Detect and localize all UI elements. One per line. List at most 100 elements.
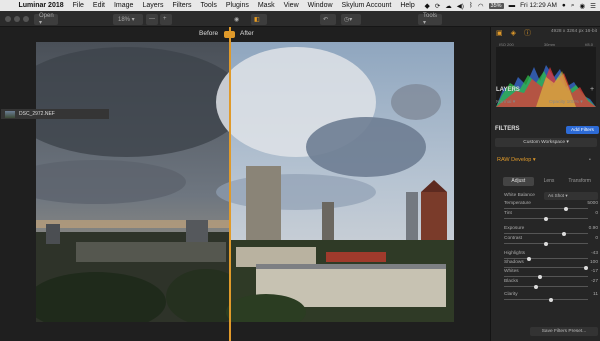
zoom-in-button[interactable]: + bbox=[160, 13, 172, 25]
notification-center-icon[interactable]: ☰ bbox=[590, 2, 596, 10]
flag-icon[interactable]: ▬ bbox=[509, 2, 516, 9]
slider-track[interactable] bbox=[504, 299, 588, 300]
slider-blacks[interactable]: Blacks -27 bbox=[504, 279, 598, 289]
tab-lens[interactable]: Lens bbox=[534, 177, 565, 186]
slider-label: Shadows bbox=[504, 260, 524, 265]
zoom-select[interactable]: 18% ▾ bbox=[113, 13, 143, 25]
volume-icon[interactable]: ◀) bbox=[457, 2, 464, 10]
menu-edit[interactable]: Edit bbox=[88, 2, 109, 9]
layer-name: DSC_2972.NEF bbox=[19, 111, 55, 117]
slider-temperature[interactable]: Temperature 5000 bbox=[504, 201, 598, 211]
user-icon[interactable]: ● bbox=[562, 2, 566, 9]
battery-indicator[interactable]: 35% bbox=[488, 2, 504, 9]
slider-exposure[interactable]: Exposure 0.90 bbox=[504, 226, 598, 236]
menu-file[interactable]: File bbox=[68, 2, 88, 9]
menu-mask[interactable]: Mask bbox=[253, 2, 279, 9]
slider-value: 0 bbox=[595, 236, 598, 241]
tab-adjust[interactable]: Adjust bbox=[503, 177, 534, 186]
zoom-out-button[interactable]: — bbox=[146, 13, 158, 25]
menu-filters[interactable]: Filters bbox=[168, 2, 196, 9]
add-filters-button[interactable]: Add Filters bbox=[566, 126, 599, 134]
info-tab-icon[interactable]: ⓘ bbox=[524, 28, 531, 38]
opacity-select[interactable]: Opacity 100% ▾ bbox=[549, 100, 583, 105]
slider-track[interactable] bbox=[504, 267, 588, 268]
clock[interactable]: Fri 12:29 AM bbox=[520, 2, 557, 9]
window-zoom-button[interactable] bbox=[23, 16, 29, 22]
app-toolbar: Open ▾ 18% ▾ — + ◉ ◧ ↶ ◷▾ Tools ▾ bbox=[0, 11, 600, 27]
layer-item[interactable]: DSC_2972.NEF bbox=[1, 109, 109, 119]
tab-transform[interactable]: Transform bbox=[564, 177, 595, 186]
cityscape-photo bbox=[36, 42, 454, 322]
slider-whites[interactable]: Whites -17 bbox=[504, 269, 598, 279]
menu-window[interactable]: Window bbox=[303, 2, 337, 9]
slider-knob[interactable] bbox=[533, 284, 538, 289]
menu-layers[interactable]: Layers bbox=[138, 2, 168, 9]
slider-track[interactable] bbox=[504, 233, 588, 234]
slider-clarity[interactable]: Clarity 11 bbox=[504, 292, 598, 302]
slider-label: Whites bbox=[504, 269, 519, 274]
slider-knob[interactable] bbox=[544, 241, 548, 246]
menu-view[interactable]: View bbox=[279, 2, 303, 9]
slider-knob[interactable] bbox=[561, 231, 566, 236]
compare-divider-handle[interactable] bbox=[224, 31, 235, 38]
tools-menu-button[interactable]: Tools ▾ bbox=[418, 13, 442, 26]
bluetooth-icon[interactable]: ᛒ bbox=[469, 2, 473, 9]
slider-tint[interactable]: Tint 0 bbox=[504, 211, 598, 221]
white-balance-select[interactable]: As Shot ▾ bbox=[544, 192, 598, 200]
spotlight-search-icon[interactable]: ⌕ bbox=[571, 2, 575, 10]
slider-knob[interactable] bbox=[548, 297, 553, 302]
file-info: 4928 x 3264 px 16-bit bbox=[550, 29, 597, 34]
filters-header[interactable]: FILTERS bbox=[495, 126, 520, 132]
compare-divider[interactable] bbox=[229, 27, 231, 341]
workspace-select[interactable]: Custom Workspace ▾ bbox=[495, 138, 597, 147]
wifi-icon[interactable]: ◠ bbox=[478, 2, 484, 10]
slider-contrast[interactable]: Contrast 0 bbox=[504, 236, 598, 246]
cloud-icon[interactable]: ☁ bbox=[445, 2, 452, 10]
layer-thumbnail bbox=[5, 110, 15, 118]
dropbox-icon[interactable]: ◆ bbox=[424, 2, 429, 10]
compare-split-icon[interactable]: ◧ bbox=[251, 13, 267, 25]
slider-value: -43 bbox=[591, 251, 598, 256]
slider-knob[interactable] bbox=[537, 274, 542, 279]
slider-knob[interactable] bbox=[544, 216, 548, 221]
slider-value: -17 bbox=[591, 269, 598, 274]
undo-icon[interactable]: ↶ bbox=[320, 13, 336, 25]
filter-lock-icon[interactable]: ▪ bbox=[589, 157, 591, 163]
history-icon[interactable]: ◷▾ bbox=[341, 13, 361, 25]
slider-label: Contrast bbox=[504, 236, 523, 241]
menu-app[interactable]: Luminar 2018 bbox=[14, 2, 68, 9]
window-minimize-button[interactable] bbox=[14, 16, 20, 22]
slider-track[interactable] bbox=[504, 276, 588, 277]
slider-label: Blacks bbox=[504, 279, 519, 284]
menu-image[interactable]: Image bbox=[109, 2, 137, 9]
photo-preview[interactable] bbox=[36, 42, 454, 322]
menu-plugins[interactable]: Plugins bbox=[221, 2, 253, 9]
slider-label: Highlights bbox=[504, 251, 526, 256]
slider-track[interactable] bbox=[504, 208, 588, 209]
eye-preview-icon[interactable]: ◉ bbox=[230, 14, 248, 25]
layers-tab-icon[interactable]: ◈ bbox=[511, 29, 516, 37]
slider-track[interactable] bbox=[504, 258, 588, 259]
menu-tools[interactable]: Tools bbox=[196, 2, 221, 9]
menu-skylum-account[interactable]: Skylum Account bbox=[337, 2, 396, 9]
histogram-tab-icon[interactable]: ▣ bbox=[496, 29, 503, 37]
siri-icon[interactable]: ◉ bbox=[580, 2, 586, 10]
menu-bar: Luminar 2018 File Edit Image Layers Filt… bbox=[0, 0, 600, 11]
before-label: Before bbox=[199, 30, 219, 37]
slider-label: Exposure bbox=[504, 226, 525, 231]
add-layer-icon[interactable]: + bbox=[590, 86, 594, 93]
slider-value: -27 bbox=[591, 279, 598, 284]
menu-help[interactable]: Help bbox=[396, 2, 419, 9]
raw-develop-filter[interactable]: RAW Develop ▾ bbox=[497, 157, 536, 163]
open-button[interactable]: Open ▾ bbox=[34, 13, 58, 26]
save-filters-preset-button[interactable]: Save Filters Preset... bbox=[530, 327, 598, 336]
slider-label: Clarity bbox=[504, 292, 518, 297]
blend-mode-select[interactable]: Normal ▾ bbox=[496, 100, 515, 105]
slider-knob[interactable] bbox=[564, 206, 568, 211]
sync-icon[interactable]: ⟳ bbox=[435, 2, 440, 10]
raw-develop-tabs: Adjust Lens Transform bbox=[503, 177, 595, 186]
window-close-button[interactable] bbox=[5, 16, 11, 22]
slider-track[interactable] bbox=[504, 286, 588, 287]
layers-header[interactable]: LAYERS bbox=[496, 87, 520, 93]
slider-value: 5000 bbox=[587, 201, 598, 206]
